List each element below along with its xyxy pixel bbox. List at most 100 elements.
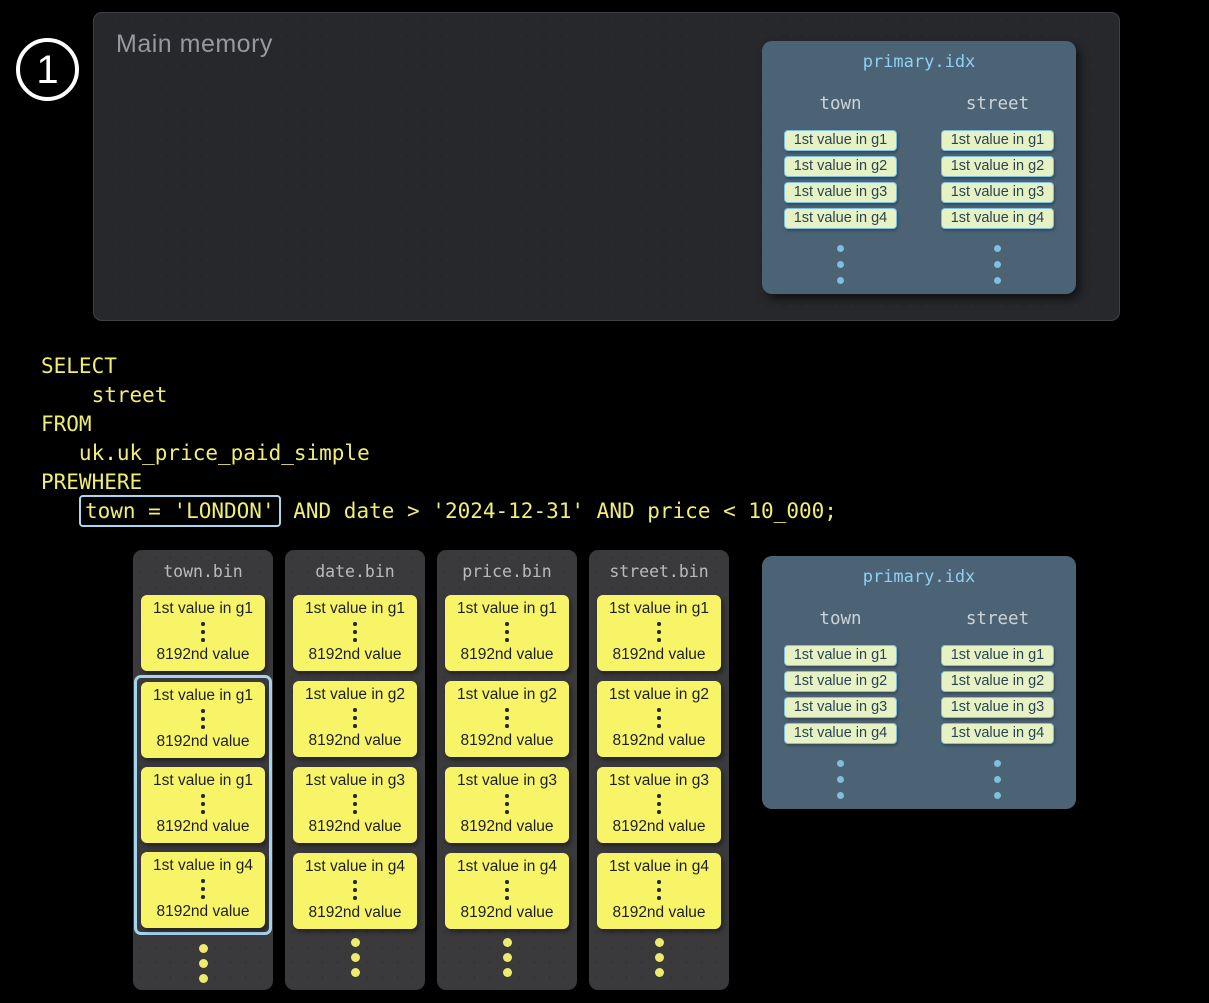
more-granules-dots-icon	[589, 938, 729, 977]
ellipsis-dots-icon	[201, 879, 205, 899]
bin-title: street.bin	[589, 562, 729, 581]
granule-first-value: 1st value in g1	[609, 600, 709, 618]
granule-last-value: 8192nd value	[460, 818, 553, 836]
index-entry: 1st value in g3	[784, 182, 897, 203]
primary-idx-title: primary.idx	[762, 567, 1076, 587]
index-entry: 1st value in g4	[784, 208, 897, 229]
granule-last-value: 8192nd value	[308, 646, 401, 664]
granule-first-value: 1st value in g3	[305, 772, 405, 790]
column-name: town	[819, 609, 861, 629]
granule-first-value: 1st value in g4	[153, 857, 253, 875]
bin-body: 1st value in g1 8192nd value 1st value i…	[437, 595, 577, 929]
step-number: 1	[36, 50, 58, 90]
column-name: town	[819, 94, 861, 114]
sql-line-table: uk.uk_price_paid_simple	[41, 441, 370, 465]
index-entry: 1st value in g2	[784, 156, 897, 177]
index-entry: 1st value in g3	[941, 697, 1054, 718]
granule-first-value: 1st value in g3	[457, 772, 557, 790]
granule-last-value: 8192nd value	[460, 646, 553, 664]
granule-last-value: 8192nd value	[308, 818, 401, 836]
column-name: street	[966, 609, 1029, 629]
ellipsis-dots-icon	[505, 880, 509, 900]
granule-first-value: 1st value in g4	[457, 858, 557, 876]
index-entry: 1st value in g1	[941, 645, 1054, 666]
ellipsis-dots-icon	[505, 622, 509, 642]
primary-idx-box-memory: primary.idx town 1st value in g1 1st val…	[762, 41, 1076, 294]
index-entry: 1st value in g3	[784, 697, 897, 718]
granule: 1st value in g1 8192nd value	[141, 595, 265, 671]
sql-line-select: SELECT	[41, 354, 117, 378]
ellipsis-dots-icon	[505, 708, 509, 728]
granule: 1st value in g1 8192nd value	[445, 595, 569, 671]
bin-town: town.bin 1st value in g1 8192nd value 1s…	[133, 550, 273, 990]
granule-last-value: 8192nd value	[156, 818, 249, 836]
main-memory-title: Main memory	[116, 30, 273, 59]
granule: 1st value in g3 8192nd value	[293, 767, 417, 843]
index-entry: 1st value in g2	[941, 671, 1054, 692]
granule-first-value: 1st value in g1	[153, 600, 253, 618]
sql-line-select-column: street	[41, 383, 167, 407]
granule-last-value: 8192nd value	[156, 903, 249, 921]
primary-idx-columns: town 1st value in g1 1st value in g2 1st…	[762, 609, 1076, 799]
ellipsis-dots-icon	[353, 708, 357, 728]
selected-granules-frame: 1st value in g1 8192nd value 1st value i…	[134, 675, 272, 935]
primary-idx-box-disk: primary.idx town 1st value in g1 1st val…	[762, 556, 1076, 809]
granule-selected: 1st value in g1 8192nd value	[141, 682, 265, 758]
bin-body: 1st value in g1 8192nd value 1st value i…	[589, 595, 729, 929]
ellipsis-dots-icon	[353, 622, 357, 642]
granule-last-value: 8192nd value	[156, 733, 249, 751]
sql-line-from: FROM	[41, 412, 92, 436]
sql-query: SELECT street FROM uk.uk_price_paid_simp…	[41, 352, 837, 526]
ellipsis-dots-icon	[201, 622, 205, 642]
ellipsis-dots-icon	[837, 760, 844, 799]
bin-title: date.bin	[285, 562, 425, 581]
more-granules-dots-icon	[133, 944, 273, 983]
granule-last-value: 8192nd value	[460, 732, 553, 750]
granule-last-value: 8192nd value	[460, 904, 553, 922]
granule-first-value: 1st value in g1	[457, 600, 557, 618]
granule-first-value: 1st value in g2	[305, 686, 405, 704]
sql-line-prewhere: PREWHERE	[41, 470, 142, 494]
ellipsis-dots-icon	[201, 709, 205, 729]
granule: 1st value in g3 8192nd value	[597, 767, 721, 843]
main-memory-panel: Main memory primary.idx town 1st value i…	[93, 12, 1120, 321]
sql-rest-predicates: AND date > '2024-12-31' AND price < 10_0…	[281, 499, 837, 523]
more-granules-dots-icon	[437, 938, 577, 977]
granule-selected: 1st value in g4 8192nd value	[141, 852, 265, 928]
bin-title: town.bin	[133, 562, 273, 581]
granule-last-value: 8192nd value	[156, 646, 249, 664]
granule: 1st value in g2 8192nd value	[597, 681, 721, 757]
index-entry: 1st value in g2	[941, 156, 1054, 177]
primary-idx-column-street: street 1st value in g1 1st value in g2 1…	[919, 609, 1076, 799]
granule-first-value: 1st value in g2	[457, 686, 557, 704]
bin-title: price.bin	[437, 562, 577, 581]
index-entry: 1st value in g1	[941, 130, 1054, 151]
granule-first-value: 1st value in g1	[153, 772, 253, 790]
index-entry: 1st value in g2	[784, 671, 897, 692]
ellipsis-dots-icon	[657, 708, 661, 728]
bin-street: street.bin 1st value in g1 8192nd value …	[589, 550, 729, 990]
primary-idx-title: primary.idx	[762, 52, 1076, 72]
ellipsis-dots-icon	[837, 245, 844, 284]
index-entry: 1st value in g4	[941, 723, 1054, 744]
ellipsis-dots-icon	[353, 794, 357, 814]
step-badge: 1	[16, 38, 79, 101]
index-entry: 1st value in g4	[784, 723, 897, 744]
primary-idx-columns: town 1st value in g1 1st value in g2 1st…	[762, 94, 1076, 284]
primary-idx-column-town: town 1st value in g1 1st value in g2 1st…	[762, 609, 919, 799]
granule-first-value: 1st value in g1	[305, 600, 405, 618]
granule: 1st value in g4 8192nd value	[597, 853, 721, 929]
granule-first-value: 1st value in g3	[609, 772, 709, 790]
primary-idx-column-town: town 1st value in g1 1st value in g2 1st…	[762, 94, 919, 284]
bin-price: price.bin 1st value in g1 8192nd value 1…	[437, 550, 577, 990]
ellipsis-dots-icon	[657, 794, 661, 814]
ellipsis-dots-icon	[657, 622, 661, 642]
index-entry: 1st value in g1	[784, 645, 897, 666]
sql-highlighted-predicate: town = 'LONDON'	[79, 495, 281, 527]
ellipsis-dots-icon	[657, 880, 661, 900]
granule: 1st value in g2 8192nd value	[293, 681, 417, 757]
index-entry: 1st value in g4	[941, 208, 1054, 229]
ellipsis-dots-icon	[994, 760, 1001, 799]
granule-first-value: 1st value in g1	[153, 687, 253, 705]
granule: 1st value in g4 8192nd value	[445, 853, 569, 929]
